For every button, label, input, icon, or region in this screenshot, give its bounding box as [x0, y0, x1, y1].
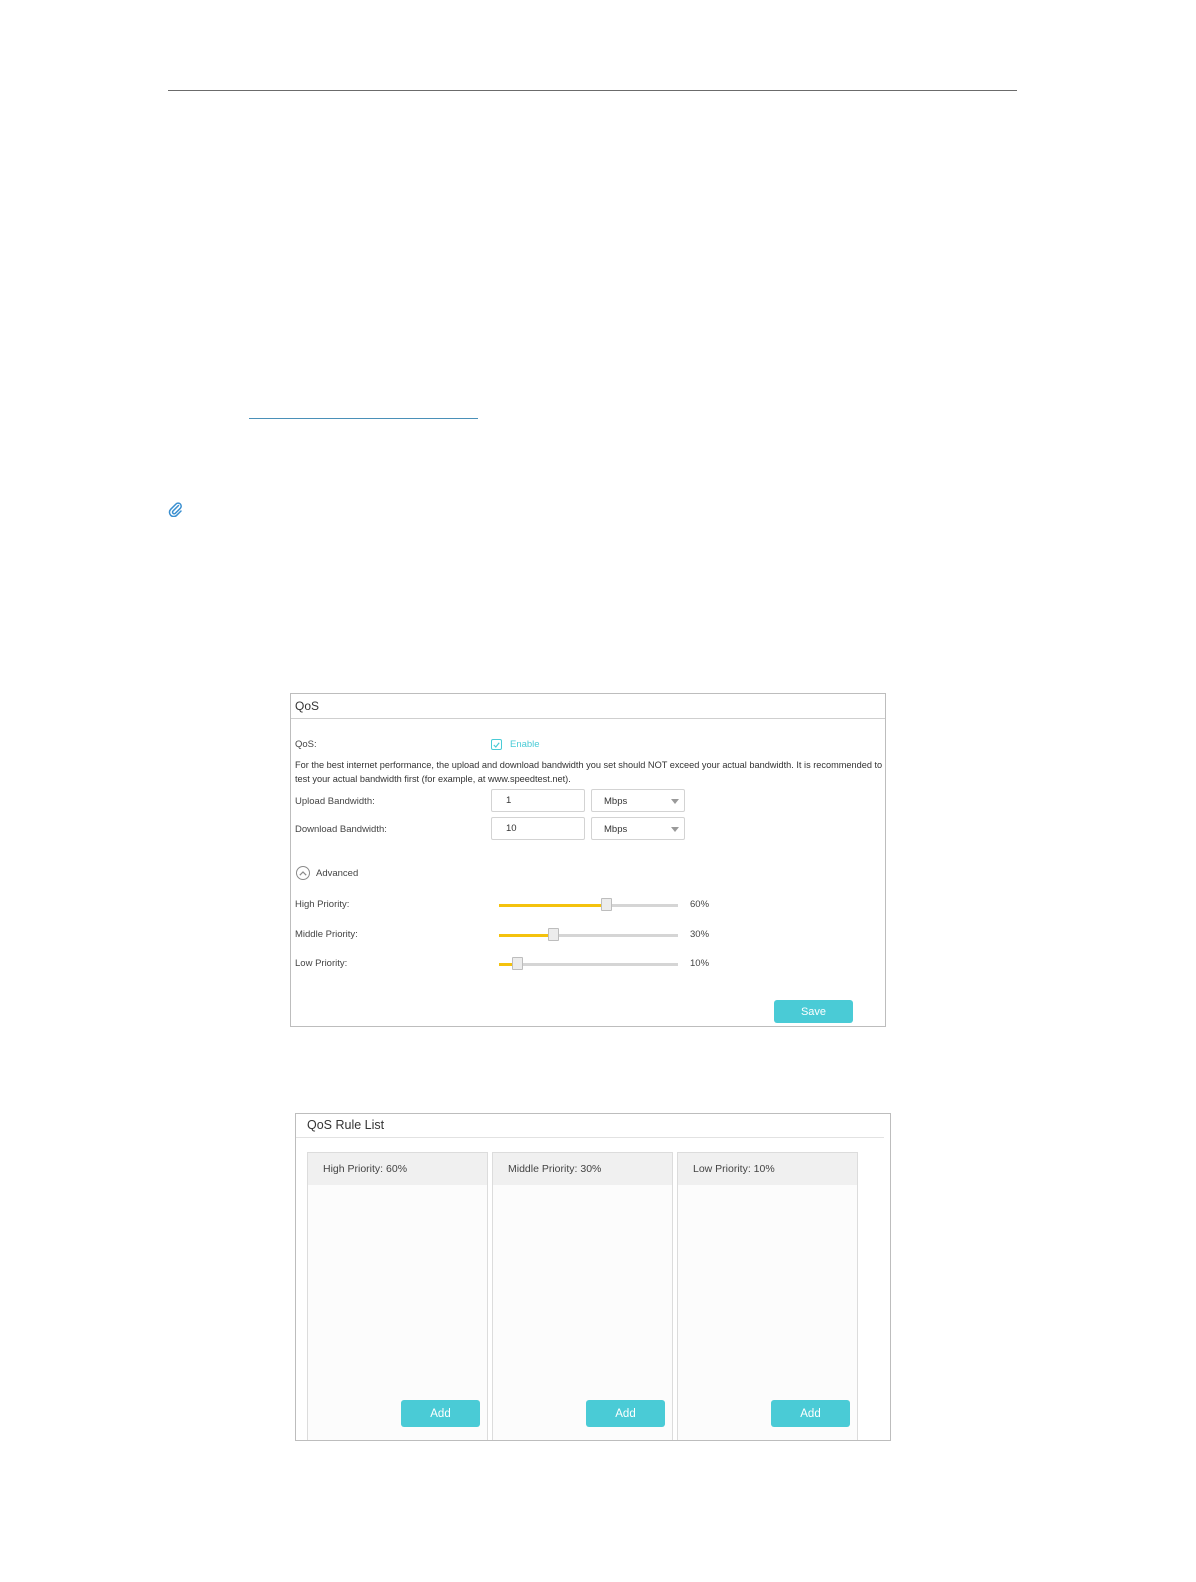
low-priority-label: Low Priority:: [295, 958, 348, 969]
add-middle-priority-rule-button[interactable]: Add: [586, 1400, 665, 1427]
low-priority-column: Low Priority: 10% Add: [677, 1152, 858, 1440]
page-header-rule: [168, 90, 1017, 91]
column-header: High Priority: 60%: [308, 1153, 487, 1185]
panel-title: QoS: [295, 699, 320, 713]
high-priority-percent: 60%: [690, 899, 710, 910]
advanced-toggle[interactable]: Advanced: [296, 866, 358, 880]
middle-priority-label: Middle Priority:: [295, 929, 358, 940]
add-low-priority-rule-button[interactable]: Add: [771, 1400, 850, 1427]
enable-label: Enable: [510, 739, 540, 750]
low-priority-percent: 10%: [690, 958, 710, 969]
download-unit-value: Mbps: [604, 824, 628, 835]
paperclip-icon: [168, 502, 182, 517]
qos-rule-list-panel: QoS Rule List High Priority: 60% Add Mid…: [295, 1113, 891, 1441]
enable-checkbox[interactable]: [491, 739, 502, 750]
upload-unit-value: Mbps: [604, 796, 628, 807]
chevron-down-icon: [671, 799, 679, 804]
panel-divider: [291, 718, 885, 719]
download-unit-select[interactable]: Mbps: [591, 817, 685, 840]
rule-list-title: QoS Rule List: [307, 1118, 385, 1132]
column-header: Middle Priority: 30%: [493, 1153, 672, 1185]
upload-unit-select[interactable]: Mbps: [591, 789, 685, 812]
low-priority-slider[interactable]: [499, 957, 678, 970]
slider-fill: [499, 904, 607, 907]
enable-checkbox-group[interactable]: Enable: [491, 739, 540, 750]
qos-label: QoS:: [295, 739, 317, 750]
rule-list-divider: [296, 1137, 884, 1138]
download-bandwidth-input[interactable]: 10: [491, 817, 585, 840]
qos-settings-panel: QoS QoS: Enable For the best internet pe…: [290, 693, 886, 1027]
chevron-up-icon: [296, 866, 310, 880]
slider-handle[interactable]: [547, 928, 559, 941]
column-header: Low Priority: 10%: [678, 1153, 857, 1185]
advanced-label: Advanced: [316, 867, 359, 879]
check-icon: [493, 741, 500, 748]
download-bandwidth-label: Download Bandwidth:: [295, 824, 387, 835]
slider-handle[interactable]: [511, 957, 523, 970]
high-priority-label: High Priority:: [295, 899, 350, 910]
middle-priority-slider[interactable]: [499, 928, 678, 941]
hyperlink-underline[interactable]: [249, 418, 478, 419]
upload-bandwidth-label: Upload Bandwidth:: [295, 796, 375, 807]
save-button[interactable]: Save: [774, 1000, 853, 1023]
bandwidth-notice: For the best internet performance, the u…: [295, 760, 883, 784]
middle-priority-column: Middle Priority: 30% Add: [492, 1152, 673, 1440]
slider-fill: [499, 934, 553, 937]
high-priority-column: High Priority: 60% Add: [307, 1152, 488, 1440]
middle-priority-percent: 30%: [690, 929, 710, 940]
chevron-down-icon: [671, 827, 679, 832]
slider-handle[interactable]: [601, 898, 613, 911]
upload-bandwidth-input[interactable]: 1: [491, 789, 585, 812]
high-priority-slider[interactable]: [499, 898, 678, 911]
add-high-priority-rule-button[interactable]: Add: [401, 1400, 480, 1427]
